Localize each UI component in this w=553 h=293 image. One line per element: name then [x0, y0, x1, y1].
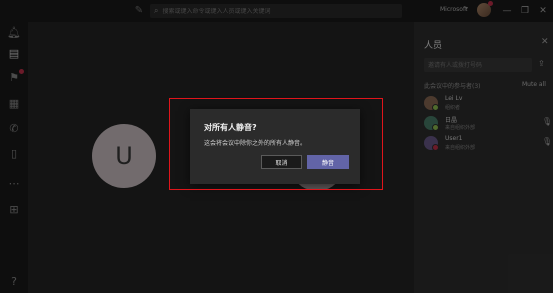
highlight-box: [169, 98, 383, 190]
